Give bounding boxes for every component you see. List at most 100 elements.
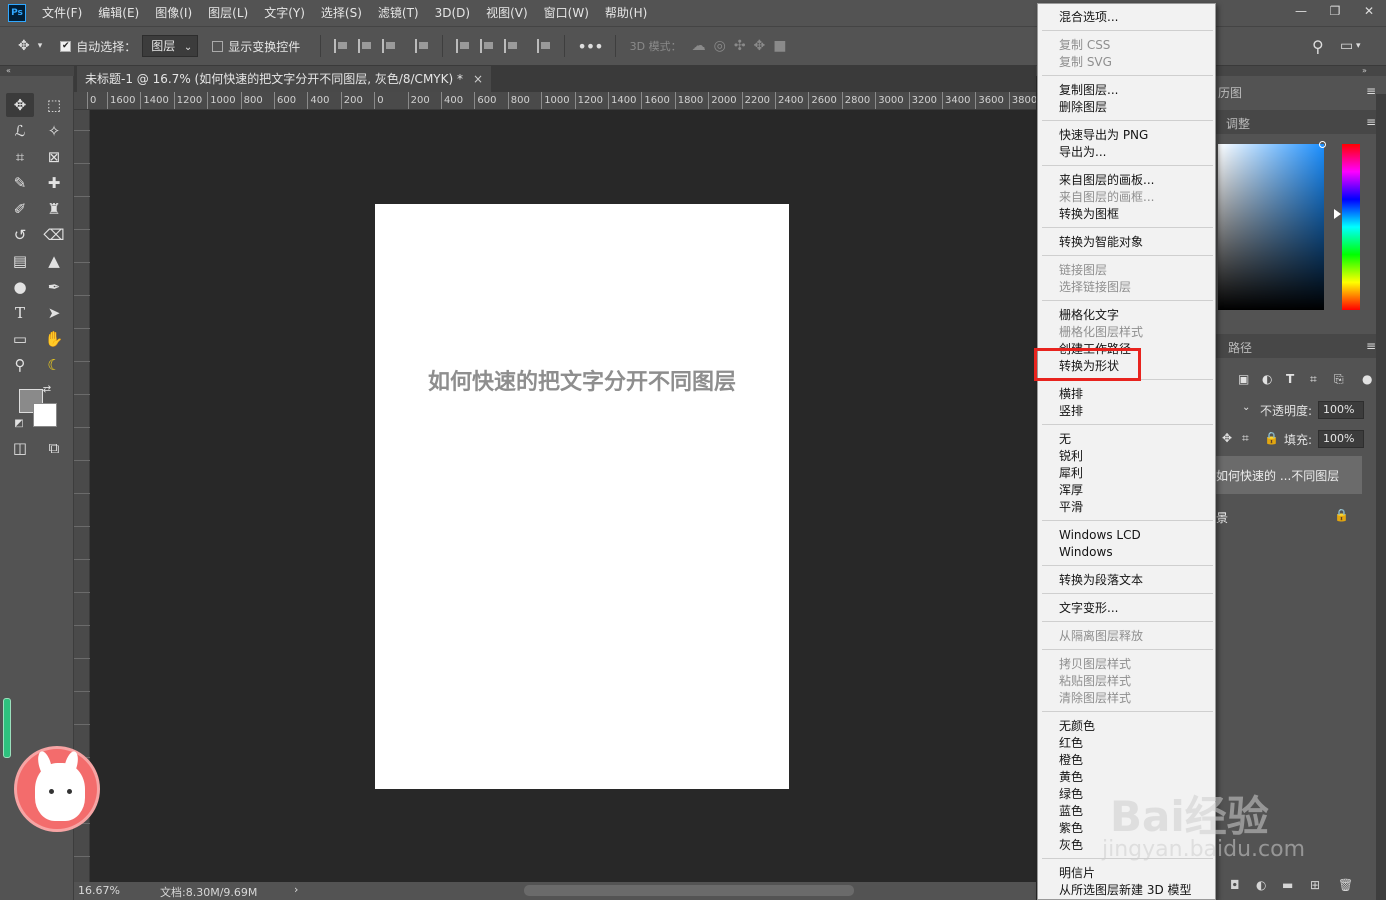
zoom-level[interactable]: 16.67% bbox=[78, 884, 120, 897]
context-menu-item[interactable]: 来自图层的画板... bbox=[1059, 172, 1154, 189]
close-icon[interactable]: × bbox=[473, 66, 483, 92]
workspace-icon[interactable]: ▭ bbox=[1340, 38, 1353, 54]
type-tool-icon[interactable]: T bbox=[6, 301, 34, 325]
filter-adjust-icon[interactable]: ◐ bbox=[1262, 372, 1272, 386]
stamp-tool-icon[interactable]: ♜ bbox=[40, 197, 68, 221]
quick-mask-icon[interactable]: ◫ bbox=[6, 436, 34, 460]
zoom-tool-icon[interactable]: ⚲ bbox=[6, 353, 34, 377]
frame-tool-icon[interactable]: ⊠ bbox=[40, 145, 68, 169]
close-button[interactable]: ✕ bbox=[1352, 0, 1386, 22]
right-panel-scrollbar[interactable] bbox=[1376, 94, 1386, 900]
context-menu-item[interactable]: 黄色 bbox=[1059, 769, 1083, 786]
menu-item[interactable]: 窗口(W) bbox=[536, 0, 597, 26]
align-top-icon[interactable] bbox=[456, 39, 470, 53]
swap-colors-icon[interactable]: ⇄ bbox=[40, 382, 54, 396]
rectangle-tool-icon[interactable]: ▭ bbox=[6, 327, 34, 351]
pen-tool-icon[interactable]: ✒ bbox=[40, 275, 68, 299]
context-menu-item[interactable]: 导出为... bbox=[1059, 144, 1106, 161]
marquee-tool-icon[interactable]: ⬚ bbox=[40, 93, 68, 117]
context-menu-item[interactable]: 红色 bbox=[1059, 735, 1083, 752]
menu-item[interactable]: 选择(S) bbox=[313, 0, 370, 26]
healing-brush-icon[interactable]: ✚ bbox=[40, 171, 68, 195]
document-tab[interactable]: 未标题-1 @ 16.7% (如何快速的把文字分开不同图层, 灰色/8/CMYK… bbox=[77, 66, 491, 92]
panel-menu-icon[interactable]: ≡ bbox=[1366, 115, 1376, 129]
distribute-vertical-icon[interactable] bbox=[415, 39, 429, 53]
context-menu-item[interactable]: Windows bbox=[1059, 544, 1113, 561]
delete-layer-icon[interactable]: 🗑 bbox=[1338, 878, 1353, 892]
context-menu-item[interactable]: 文字变形... bbox=[1059, 600, 1118, 617]
auto-select-dropdown[interactable]: 图层 ⌄ bbox=[142, 35, 199, 57]
gradient-tool-icon[interactable]: ▤ bbox=[6, 249, 34, 273]
tab-paths[interactable]: 路径 bbox=[1228, 339, 1252, 356]
tool-preset-chevron-icon[interactable]: ▾ bbox=[38, 41, 43, 51]
status-menu-arrow-icon[interactable]: › bbox=[294, 883, 298, 896]
search-icon[interactable]: ⚲ bbox=[1312, 37, 1324, 56]
context-menu-item[interactable]: 灰色 bbox=[1059, 837, 1083, 854]
context-menu-item[interactable]: 明信片 bbox=[1059, 865, 1095, 882]
menu-item[interactable]: 滤镜(T) bbox=[370, 0, 427, 26]
context-menu-item[interactable]: 快速导出为 PNG bbox=[1059, 127, 1148, 144]
menu-item[interactable]: 3D(D) bbox=[427, 0, 478, 26]
hue-slider[interactable] bbox=[1342, 144, 1360, 310]
path-selection-icon[interactable]: ➤ bbox=[40, 301, 68, 325]
lock-position-icon[interactable]: ✥ bbox=[1222, 431, 1232, 445]
opacity-field[interactable]: 100% bbox=[1318, 401, 1364, 419]
context-menu-item[interactable]: 转换为智能对象 bbox=[1059, 234, 1143, 251]
banana-icon[interactable]: ☾ bbox=[40, 353, 68, 377]
context-menu-item[interactable]: 浑厚 bbox=[1059, 482, 1083, 499]
align-right-icon[interactable] bbox=[382, 39, 396, 53]
3d-roll-icon[interactable]: ◎ bbox=[714, 38, 726, 54]
collapse-left-icon[interactable]: « bbox=[6, 66, 11, 75]
menu-item[interactable]: 图层(L) bbox=[200, 0, 256, 26]
3d-pan-icon[interactable]: ✣ bbox=[734, 38, 746, 54]
color-picker-marker[interactable] bbox=[1319, 141, 1326, 148]
layer-row[interactable]: 景 🔒 bbox=[1216, 498, 1362, 536]
color-picker-field[interactable] bbox=[1218, 144, 1324, 310]
layer-name[interactable]: 景 bbox=[1216, 509, 1228, 526]
restore-button[interactable]: ❐ bbox=[1318, 0, 1352, 22]
layer-row[interactable]: 如何快速的 ...不同图层 bbox=[1216, 456, 1362, 494]
context-menu-item[interactable]: Windows LCD bbox=[1059, 527, 1141, 544]
context-menu-item[interactable]: 复制图层... bbox=[1059, 82, 1118, 99]
lock-artboard-icon[interactable]: ⌗ bbox=[1242, 431, 1249, 446]
filter-type-icon[interactable]: T bbox=[1286, 372, 1294, 386]
tab-layers-partial[interactable]: 历图 bbox=[1218, 84, 1242, 101]
collapse-right-icon[interactable]: » bbox=[1362, 66, 1367, 75]
eyedropper-icon[interactable]: ✎ bbox=[6, 171, 34, 195]
panel-menu-icon[interactable]: ≡ bbox=[1366, 339, 1376, 353]
context-menu-item[interactable]: 栅格化文字 bbox=[1059, 307, 1119, 324]
blend-mode-chevron-icon[interactable]: ⌄ bbox=[1242, 402, 1250, 413]
context-menu-item[interactable]: 橙色 bbox=[1059, 752, 1083, 769]
context-menu-item[interactable]: 蓝色 bbox=[1059, 803, 1083, 820]
context-menu-item[interactable]: 无 bbox=[1059, 431, 1071, 448]
context-menu-item[interactable]: 绿色 bbox=[1059, 786, 1083, 803]
filter-smart-icon[interactable]: ⎘ bbox=[1334, 372, 1344, 387]
context-menu-item[interactable]: 从所选图层新建 3D 模型 bbox=[1059, 882, 1192, 899]
hand-tool-icon[interactable]: ✋ bbox=[40, 327, 68, 351]
horizontal-scrollbar[interactable] bbox=[524, 885, 854, 896]
3d-slide-icon[interactable]: ✥ bbox=[754, 38, 766, 54]
canvas-area[interactable]: 如何快速的把文字分开不同图层 bbox=[90, 110, 1036, 882]
context-menu-item[interactable]: 平滑 bbox=[1059, 499, 1083, 516]
align-bottom-icon[interactable] bbox=[504, 39, 518, 53]
brush-tool-icon[interactable]: ✐ bbox=[6, 197, 34, 221]
add-mask-icon[interactable]: ◘ bbox=[1230, 878, 1240, 892]
menu-item[interactable]: 编辑(E) bbox=[90, 0, 147, 26]
eraser-tool-icon[interactable]: ⌫ bbox=[40, 223, 68, 247]
tab-adjust[interactable]: 调整 bbox=[1226, 115, 1250, 132]
show-transform-checkbox[interactable] bbox=[212, 40, 224, 52]
history-brush-icon[interactable]: ↺ bbox=[6, 223, 34, 247]
align-hcenter-icon[interactable] bbox=[358, 39, 372, 53]
context-menu-item[interactable]: 删除图层 bbox=[1059, 99, 1107, 116]
3d-camera-icon[interactable]: ■ bbox=[773, 38, 786, 54]
menu-item[interactable]: 图像(I) bbox=[147, 0, 200, 26]
align-left-icon[interactable] bbox=[334, 39, 348, 53]
group-folder-icon[interactable]: ▬ bbox=[1282, 878, 1293, 892]
menu-item[interactable]: 视图(V) bbox=[478, 0, 536, 26]
hue-slider-marker[interactable] bbox=[1334, 209, 1341, 219]
auto-select-checkbox[interactable]: ✔ bbox=[60, 40, 72, 52]
blur-tool-icon[interactable]: ▲ bbox=[40, 249, 68, 273]
filter-shape-icon[interactable]: ⌗ bbox=[1310, 372, 1317, 387]
lock-all-icon[interactable]: 🔒 bbox=[1264, 431, 1279, 445]
context-menu-item[interactable]: 紫色 bbox=[1059, 820, 1083, 837]
